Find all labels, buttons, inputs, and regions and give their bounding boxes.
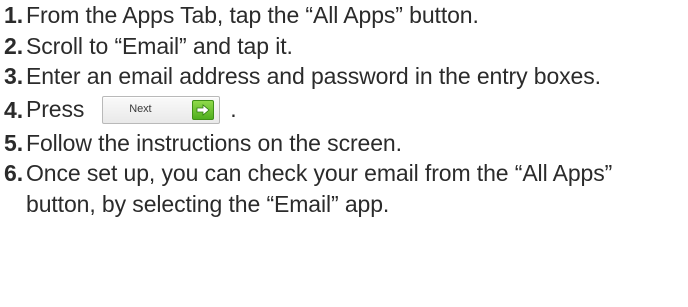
step-3: 3. Enter an email address and password i… [4, 61, 688, 92]
step-text: Once set up, you can check your email fr… [26, 160, 613, 217]
step-text: Follow the instructions on the screen. [26, 129, 402, 156]
step-number: 1. [4, 2, 23, 28]
step-text-period: . [230, 96, 237, 123]
step-text-press: Press [26, 96, 85, 123]
step-text: Enter an email address and password in t… [26, 63, 601, 89]
instruction-list: 1. From the Apps Tab, tap the “All Apps”… [4, 0, 688, 219]
next-button-label: Next [129, 103, 152, 116]
step-2: 2. Scroll to “Email” and tap it. [4, 31, 688, 62]
step-number: 4. [4, 96, 23, 123]
green-arrow-right-icon [192, 99, 215, 120]
step-4: 4. Press Next . [4, 92, 688, 128]
step-number: 5. [4, 129, 23, 156]
step-5: 5. Follow the instructions on the screen… [4, 128, 688, 159]
step-6: 6. Once set up, you can check your email… [4, 158, 688, 219]
next-button-illustration: Next [102, 95, 221, 124]
step-1: 1. From the Apps Tab, tap the “All Apps”… [4, 0, 688, 31]
step-number: 2. [4, 32, 23, 59]
step-text: From the Apps Tab, tap the “All Apps” bu… [26, 2, 479, 28]
step-number: 6. [4, 160, 23, 186]
step-number: 3. [4, 63, 23, 89]
step-text: Scroll to “Email” and tap it. [26, 32, 293, 59]
